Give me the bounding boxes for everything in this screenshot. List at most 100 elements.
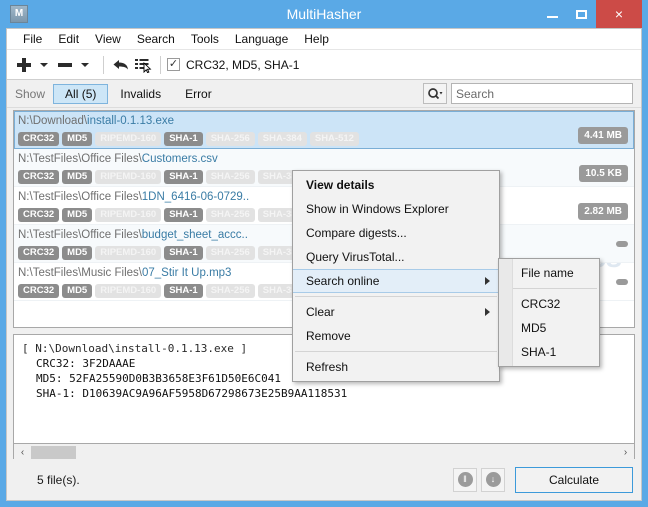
back-button[interactable] bbox=[110, 53, 132, 77]
window-controls: × bbox=[538, 0, 642, 28]
badge-ripemd160: RIPEMD-160 bbox=[95, 246, 162, 260]
menu-bar: File Edit View Search Tools Language Hel… bbox=[7, 29, 641, 50]
file-path-text: N:\TestFiles\Music Files\ bbox=[18, 267, 142, 279]
status-actions: ‖ ↓ Calculate bbox=[453, 466, 633, 493]
context-menu-separator bbox=[295, 296, 497, 297]
remove-file-button[interactable] bbox=[56, 53, 74, 77]
details-sha1: SHA-1: D10639AC9A96AF5958D67298673E25B9A… bbox=[36, 387, 348, 400]
scroll-left-icon[interactable]: ‹ bbox=[14, 445, 31, 460]
chevron-right-icon bbox=[485, 277, 490, 285]
badge-md5: MD5 bbox=[62, 208, 93, 222]
badge-sha512: SHA-512 bbox=[309, 132, 359, 146]
submenu-item-crc32[interactable]: CRC32 bbox=[499, 292, 599, 316]
badge-ripemd160: RIPEMD-160 bbox=[95, 208, 162, 222]
file-name: 1DN_6416-06-0729.. bbox=[141, 191, 250, 203]
pause-button[interactable]: ‖ bbox=[453, 467, 477, 492]
file-size-badge bbox=[616, 241, 628, 247]
menu-file[interactable]: File bbox=[15, 30, 50, 48]
hash-selection-checkbox[interactable]: ✓ bbox=[167, 58, 180, 71]
badge-md5: MD5 bbox=[62, 284, 93, 298]
client-area: File Edit View Search Tools Language Hel… bbox=[6, 28, 642, 501]
pause-icon: ‖ bbox=[457, 472, 473, 487]
badge-crc32: CRC32 bbox=[18, 284, 60, 298]
file-path: N:\Download\install-0.1.13.exe bbox=[18, 114, 634, 129]
menu-tools[interactable]: Tools bbox=[183, 30, 227, 48]
scrollbar-thumb[interactable] bbox=[31, 445, 76, 459]
file-name: budget_sheet_accc.. bbox=[141, 229, 248, 241]
badge-crc32: CRC32 bbox=[18, 246, 60, 260]
menu-language[interactable]: Language bbox=[227, 30, 296, 48]
badge-ripemd160: RIPEMD-160 bbox=[95, 284, 162, 298]
context-menu-separator bbox=[295, 351, 497, 352]
file-path-text: N:\TestFiles\Office Files\ bbox=[18, 153, 142, 165]
minimize-icon bbox=[547, 16, 558, 18]
search-online-submenu[interactable]: File name CRC32 MD5 SHA-1 bbox=[498, 258, 600, 367]
badge-sha1: SHA-1 bbox=[164, 284, 203, 298]
filter-tab-error[interactable]: Error bbox=[173, 84, 224, 104]
menu-edit[interactable]: Edit bbox=[50, 30, 87, 48]
badge-sha256: SHA-256 bbox=[205, 208, 255, 222]
filter-tab-invalids[interactable]: Invalids bbox=[108, 84, 173, 104]
submenu-item-sha1[interactable]: SHA-1 bbox=[499, 340, 599, 364]
badge-md5: MD5 bbox=[62, 132, 93, 146]
file-path-text: N:\TestFiles\Office Files\ bbox=[18, 229, 142, 241]
context-menu-item-view-details[interactable]: View details bbox=[293, 173, 499, 197]
hash-selection-label: CRC32, MD5, SHA-1 bbox=[186, 57, 300, 72]
file-path-text: N:\TestFiles\Office Files\ bbox=[18, 191, 142, 203]
context-menu-item-label: Search online bbox=[306, 274, 380, 288]
badge-crc32: CRC32 bbox=[18, 170, 60, 184]
table-row[interactable]: N:\Download\install-0.1.13.exe CRC32 MD5… bbox=[14, 111, 634, 149]
status-bar: 5 file(s). ‖ ↓ Calculate bbox=[7, 459, 641, 500]
submenu-item-file-name[interactable]: File name bbox=[499, 261, 599, 285]
maximize-icon bbox=[576, 9, 587, 19]
hash-badges: CRC32 MD5 RIPEMD-160 SHA-1 SHA-256 SHA-3… bbox=[18, 132, 634, 146]
plus-icon bbox=[17, 57, 31, 72]
scroll-right-icon[interactable]: › bbox=[617, 445, 634, 460]
badge-md5: MD5 bbox=[62, 246, 93, 260]
minus-icon bbox=[58, 62, 72, 67]
stop-button[interactable]: ↓ bbox=[481, 467, 505, 492]
chevron-right-icon bbox=[485, 308, 490, 316]
context-menu-item-compare-digests[interactable]: Compare digests... bbox=[293, 221, 499, 245]
badge-ripemd160: RIPEMD-160 bbox=[95, 132, 162, 146]
chevron-down-icon bbox=[40, 62, 48, 67]
list-options-button[interactable] bbox=[132, 53, 154, 77]
menu-view[interactable]: View bbox=[87, 30, 129, 48]
menu-search[interactable]: Search bbox=[129, 30, 183, 48]
badge-sha256: SHA-256 bbox=[205, 132, 255, 146]
add-file-button[interactable] bbox=[15, 53, 33, 77]
badge-sha1: SHA-1 bbox=[164, 132, 203, 146]
close-button[interactable]: × bbox=[596, 0, 642, 28]
context-menu-item-remove[interactable]: Remove bbox=[293, 324, 499, 348]
search-icon bbox=[428, 87, 443, 99]
filter-tab-all[interactable]: All (5) bbox=[53, 83, 109, 104]
search-input[interactable] bbox=[451, 83, 633, 104]
context-menu-item-search-online[interactable]: Search online bbox=[293, 269, 499, 293]
file-count-label: 5 file(s). bbox=[37, 472, 80, 487]
toolbar: ✓ CRC32, MD5, SHA-1 bbox=[7, 50, 641, 80]
submenu-item-md5[interactable]: MD5 bbox=[499, 316, 599, 340]
file-path: N:\TestFiles\Office Files\Customers.csv bbox=[18, 152, 634, 167]
badge-sha256: SHA-256 bbox=[205, 284, 255, 298]
search-options-button[interactable] bbox=[423, 83, 447, 104]
list-options-icon bbox=[135, 58, 152, 73]
file-name: 07_Stir It Up.mp3 bbox=[141, 267, 232, 279]
file-size-badge: 4.41 MB bbox=[578, 127, 628, 144]
title-bar: M MultiHasher × bbox=[6, 0, 642, 28]
file-size-badge bbox=[616, 279, 628, 285]
badge-sha256: SHA-256 bbox=[205, 170, 255, 184]
context-menu-item-clear[interactable]: Clear bbox=[293, 300, 499, 324]
menu-help[interactable]: Help bbox=[296, 30, 337, 48]
context-menu-item-show-in-explorer[interactable]: Show in Windows Explorer bbox=[293, 197, 499, 221]
calculate-button[interactable]: Calculate bbox=[515, 466, 633, 493]
badge-md5: MD5 bbox=[62, 170, 93, 184]
context-menu-item-refresh[interactable]: Refresh bbox=[293, 355, 499, 379]
context-menu[interactable]: View details Show in Windows Explorer Co… bbox=[292, 170, 500, 382]
minimize-button[interactable] bbox=[538, 0, 567, 28]
remove-file-dropdown[interactable] bbox=[74, 53, 97, 77]
chevron-down-icon bbox=[81, 62, 89, 67]
maximize-button[interactable] bbox=[567, 0, 596, 28]
add-file-dropdown[interactable] bbox=[33, 53, 56, 77]
context-menu-item-query-virustotal[interactable]: Query VirusTotal... bbox=[293, 245, 499, 269]
file-name: install-0.1.13.exe bbox=[87, 115, 174, 127]
